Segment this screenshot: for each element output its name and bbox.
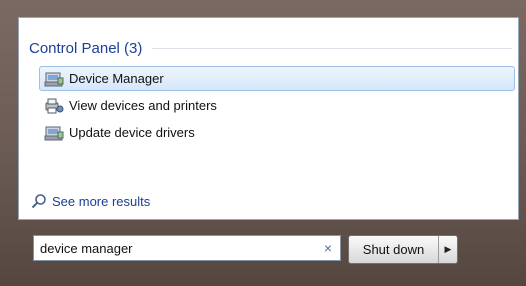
- start-menu-frame: Control Panel (3) Device Manager View de…: [0, 0, 526, 286]
- search-icon: [31, 193, 47, 209]
- result-label: View devices and printers: [69, 98, 217, 113]
- start-menu-bottom-bar: device manager × Shut down ▶: [26, 233, 506, 265]
- clear-search-icon[interactable]: ×: [324, 240, 332, 256]
- section-title: Control Panel (3): [29, 39, 143, 57]
- control-panel-section-header[interactable]: Control Panel (3): [29, 37, 512, 59]
- search-results-panel: Control Panel (3) Device Manager View de…: [18, 17, 519, 220]
- devices-printers-icon: [44, 97, 64, 115]
- search-input-value: device manager: [40, 240, 133, 256]
- device-manager-icon: [44, 70, 64, 88]
- result-view-devices-printers[interactable]: View devices and printers: [39, 93, 515, 118]
- search-input[interactable]: device manager ×: [33, 235, 341, 261]
- section-divider: [152, 47, 512, 49]
- shutdown-control: Shut down ▶: [348, 235, 458, 264]
- see-more-results-link[interactable]: See more results: [31, 193, 150, 209]
- result-update-device-drivers[interactable]: Update device drivers: [39, 120, 515, 145]
- result-label: Update device drivers: [69, 125, 195, 140]
- device-manager-icon: [44, 124, 64, 142]
- results-list: Device Manager View devices and printers: [39, 66, 515, 147]
- shutdown-options-arrow-icon[interactable]: ▶: [439, 236, 457, 263]
- result-device-manager[interactable]: Device Manager: [39, 66, 515, 91]
- shutdown-button[interactable]: Shut down: [349, 236, 439, 263]
- see-more-label: See more results: [52, 193, 151, 209]
- result-label: Device Manager: [69, 71, 164, 86]
